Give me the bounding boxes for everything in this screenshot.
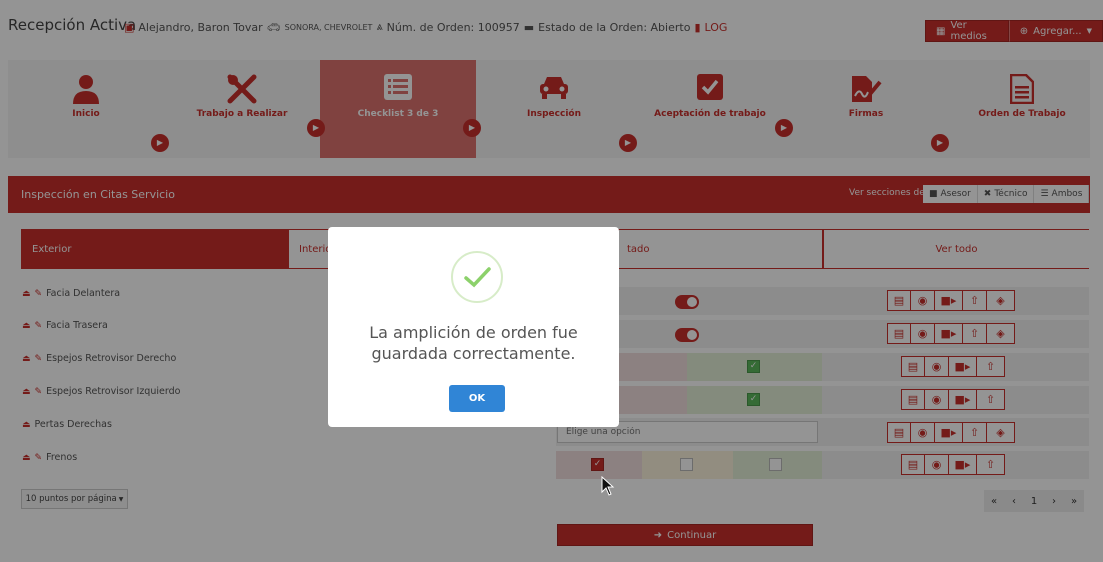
mouse-cursor-icon (601, 476, 615, 496)
success-check-icon (451, 251, 503, 303)
dialog-message: La amplición de orden fue guardada corre… (369, 323, 578, 363)
ok-button[interactable]: OK (449, 385, 505, 412)
success-dialog: La amplición de orden fue guardada corre… (328, 227, 619, 427)
